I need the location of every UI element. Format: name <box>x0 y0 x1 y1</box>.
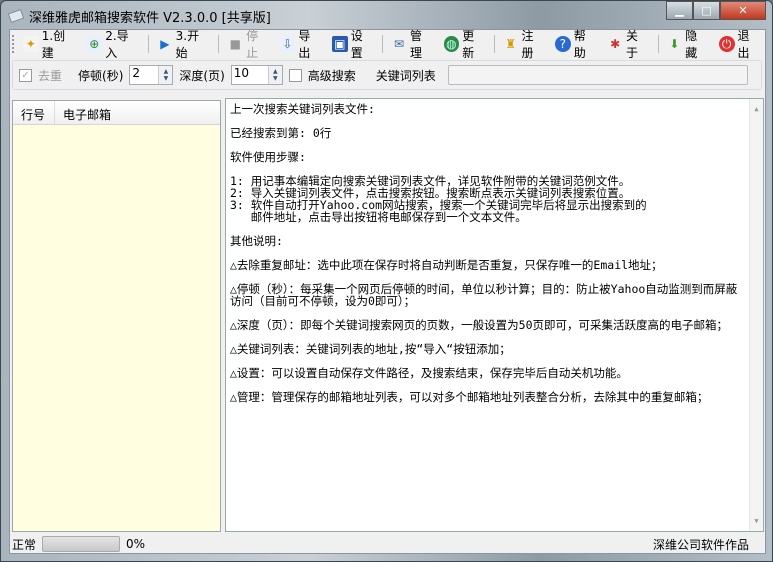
pause-value[interactable]: 2 <box>130 66 158 84</box>
close-button[interactable]: ✕ <box>720 1 766 20</box>
toolbar-button-label: 导出 <box>298 29 311 60</box>
toolbar-button-4[interactable]: ⇩ 导出 <box>276 29 326 60</box>
toolbar-button-7[interactable]: ◍ 更新 <box>440 29 490 60</box>
register-icon: ♜ <box>505 37 516 51</box>
maximize-button[interactable]: □ <box>693 1 720 20</box>
toolbar-button-label: 注册 <box>521 29 534 60</box>
toolbar-button-label: 更新 <box>462 29 475 60</box>
column-header-row-number[interactable]: 行号 <box>13 101 55 124</box>
dedup-label: 去重 <box>38 68 63 83</box>
toolbar: ✦ 1.创建 ⊕ 2.导入 ▶ 3.开始 ■ 停止 ⇩ 导出 ▣ 设置 ✉ 管理 ◍ 更新 ♜ 注册? 帮助 ✱ 关于 ⬇… <box>12 29 765 60</box>
app-icon <box>7 8 25 24</box>
stop-icon: ■ <box>229 37 241 51</box>
info-paragraph: 已经搜索到第: 0行 <box>230 126 332 140</box>
about-icon: ✱ <box>610 37 621 51</box>
depth-value[interactable]: 10 <box>232 66 268 84</box>
toolbar-button-label: 2.导入 <box>105 29 129 60</box>
column-header-email[interactable]: 电子邮箱 <box>55 101 220 124</box>
toolbar-separator <box>493 35 495 53</box>
import-icon: ⊕ <box>86 36 103 52</box>
info-paragraph: 其他说明: <box>230 234 283 248</box>
mail-manage-icon: ✉ <box>394 37 405 51</box>
advanced-search-checkbox[interactable] <box>288 68 302 82</box>
info-paragraph: 1: 用记事本编辑定向搜索关键词列表文件，详见软件附带的关键词范例文件。 2: … <box>230 174 647 224</box>
save-settings-icon: ▣ <box>331 36 348 52</box>
toolbar-button-label: 关于 <box>625 29 638 60</box>
toolbar-button-label: 管理 <box>409 29 422 60</box>
status-bar: 正常 0% 深维公司软件作品 <box>10 534 767 554</box>
client-area: ✦ 1.创建 ⊕ 2.导入 ▶ 3.开始 ■ 停止 ⇩ 导出 ▣ 设置 ✉ 管理 ◍ 更新 ♜ 注册? 帮助 ✱ 关于 ⬇… <box>9 29 766 554</box>
options-panel: ✓ 去重 停顿(秒) 2 ▲ ▼ 深度(页) 10 ▲ ▼ 高级搜索 关键词列表 <box>12 60 762 90</box>
toolbar-button-5[interactable]: ▣ 设置 <box>328 29 378 60</box>
info-paragraph: △去除重复邮址：选中此项在保存时将自动判断是否重复，只保存唯一的Email地址； <box>230 258 663 272</box>
toolbar-button-9[interactable]: ? 帮助 <box>551 29 601 60</box>
app-window: 深维雅虎邮箱搜索软件 V2.3.0.0 [共享版] ▁ □ ✕ ✦ 1.创建 ⊕ 2.… <box>0 0 773 562</box>
dedup-checkbox[interactable]: ✓ <box>19 68 32 82</box>
list-header: 行号 电子邮箱 <box>13 101 220 125</box>
info-paragraph: △设置：可以设置自动保存文件路径，及搜索结束，保存完毕后自动关机功能。 <box>230 366 628 380</box>
pause-spinner[interactable]: 2 ▲ ▼ <box>129 65 174 85</box>
email-list[interactable]: 行号 电子邮箱 <box>12 100 221 532</box>
new-file-icon: ✦ <box>22 36 39 52</box>
help-icon: ? <box>555 36 571 52</box>
toolbar-button-label: 退出 <box>737 29 750 60</box>
toolbar-button-2[interactable]: ▶ 3.开始 <box>153 29 215 60</box>
info-paragraph: △关键词列表：关键词列表的地址,按“导入“按钮添加； <box>230 342 511 356</box>
toolbar-button-label: 帮助 <box>573 29 586 60</box>
toolbar-button-label: 停止 <box>246 29 259 60</box>
status-text: 正常 <box>12 537 37 552</box>
toolbar-button-label: 设置 <box>350 29 363 60</box>
toolbar-separator <box>147 35 149 53</box>
pause-label: 停顿(秒) <box>78 68 124 83</box>
info-paragraph: △停顿（秒）：每采集一个网页后停顿的时间，单位以秒计算；目的：防止被Yahoo自… <box>230 282 738 308</box>
toolbar-button-6[interactable]: ✉ 管理 <box>387 29 437 60</box>
toolbar-separator <box>657 35 659 53</box>
toolbar-button-0[interactable]: ✦ 1.创建 <box>19 29 81 60</box>
toolbar-button-3[interactable]: ■ 停止 <box>223 29 273 60</box>
minimize-button[interactable]: ▁ <box>666 1 693 20</box>
window-title: 深维雅虎邮箱搜索软件 V2.3.0.0 [共享版] <box>29 10 271 26</box>
toolbar-button-label: 1.创建 <box>41 29 66 60</box>
vertical-scrollbar[interactable]: ▲ ▼ <box>749 99 763 531</box>
keyword-list-field[interactable] <box>447 65 748 85</box>
progress-bar <box>42 536 121 552</box>
toolbar-separator <box>382 35 384 53</box>
credit-text: 深维公司软件作品 <box>652 537 749 552</box>
info-paragraph: △管理：管理保存的邮箱地址列表，可以对多个邮箱地址列表整合分析，去除其中的重复邮… <box>230 390 709 404</box>
advanced-search-label: 高级搜索 <box>307 68 356 83</box>
toolbar-button-1[interactable]: ⊕ 2.导入 <box>82 29 144 60</box>
title-bar: 深维雅虎邮箱搜索软件 V2.3.0.0 [共享版] <box>7 5 271 27</box>
toolbar-separator <box>218 35 220 53</box>
toolbar-button-10[interactable]: ✱ 关于 <box>603 29 653 60</box>
toolbar-grip[interactable] <box>12 35 15 53</box>
info-paragraph: △深度（页）：即每个关键词搜索网页的页数，一般设置为50页即可，可采集活跃度高的… <box>230 318 729 332</box>
info-paragraph: 软件使用步骤: <box>230 150 306 164</box>
hide-icon: ⬇ <box>669 37 680 51</box>
toolbar-button-label: 3.开始 <box>175 29 200 60</box>
spin-arrows-icon[interactable]: ▲ ▼ <box>158 66 173 84</box>
toolbar-button-11[interactable]: ⬇ 隐藏 <box>663 29 713 60</box>
export-icon: ⇩ <box>279 36 296 52</box>
info-textbox[interactable]: ▲ ▼ 上一次搜索关键词列表文件: 已经搜索到第: 0行 软件使用步骤: 1: 用记事… <box>225 98 764 532</box>
toolbar-button-label: 隐藏 <box>685 29 698 60</box>
power-icon: ⏻ <box>718 36 735 52</box>
toolbar-button-8[interactable]: ♜ 注册 <box>499 29 549 60</box>
info-paragraph: 上一次搜索关键词列表文件: <box>230 102 375 116</box>
toolbar-button-12[interactable]: ⏻ 退出 <box>715 29 765 60</box>
globe-icon: ◍ <box>443 36 460 52</box>
keyword-list-label: 关键词列表 <box>375 68 436 83</box>
play-icon: ▶ <box>160 37 170 51</box>
spin-arrows-icon[interactable]: ▲ ▼ <box>267 66 282 84</box>
progress-text: 0% <box>126 537 146 551</box>
depth-label: 深度(页) <box>179 68 225 83</box>
depth-spinner[interactable]: 10 ▲ ▼ <box>230 65 283 85</box>
